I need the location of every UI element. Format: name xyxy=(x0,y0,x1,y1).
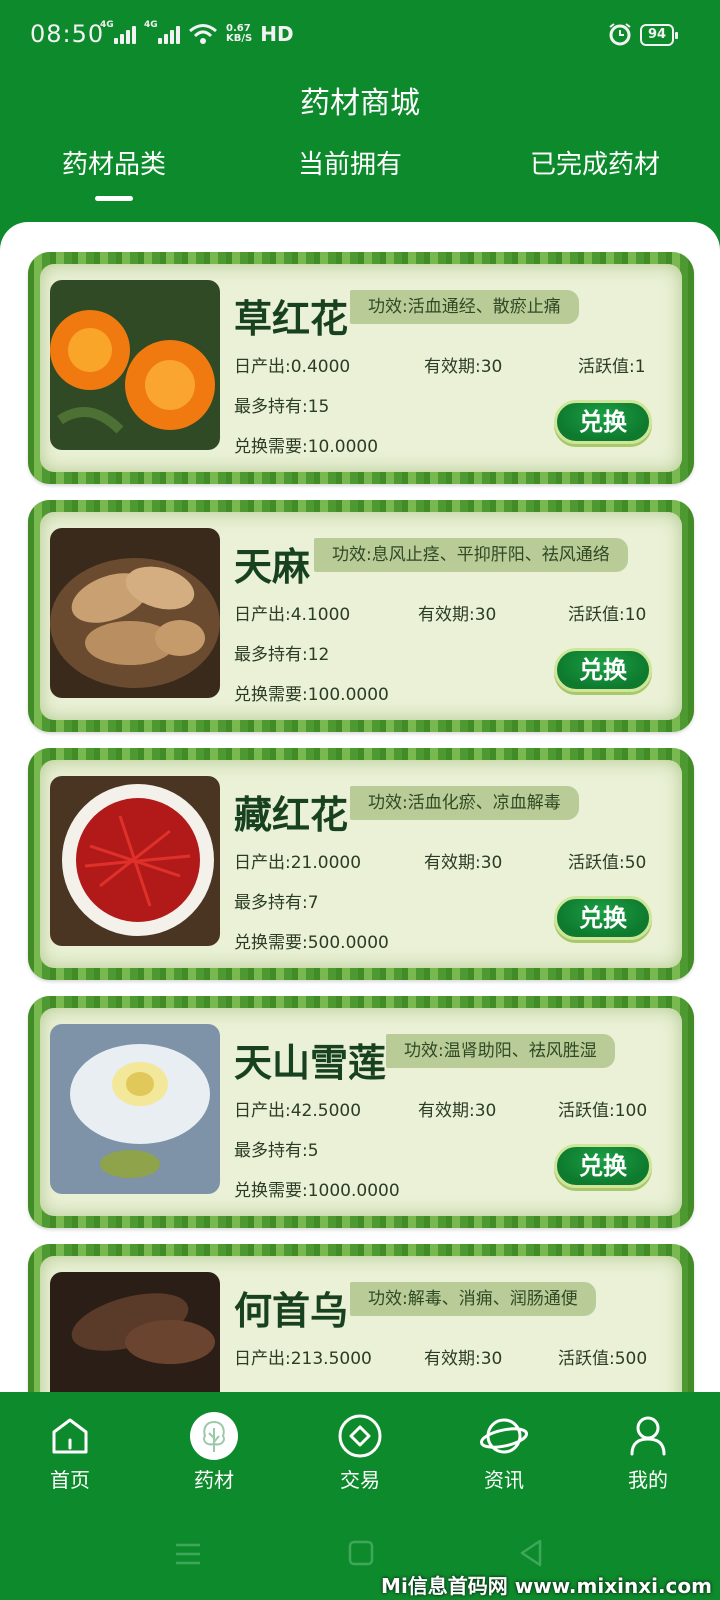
signal-icon: 4G xyxy=(144,20,180,44)
herb-effect-tag: 功效:息风止痉、平抑肝阳、祛风通络 xyxy=(314,538,628,572)
nav-trade[interactable]: 交易 xyxy=(310,1412,410,1493)
herb-image-snow-lotus xyxy=(50,1024,220,1194)
exchange-button[interactable]: 兑换 xyxy=(554,1144,652,1188)
user-icon xyxy=(630,1416,666,1456)
tab-owned[interactable]: 当前拥有 xyxy=(290,144,410,181)
menu-icon[interactable] xyxy=(174,1542,202,1566)
herb-name: 天麻 xyxy=(234,545,311,589)
signal-icon: 4G xyxy=(100,20,136,44)
status-time: 08:50 xyxy=(30,20,105,48)
tab-bar: 药材品类 当前拥有 已完成药材 xyxy=(0,144,720,204)
herb-activity: 活跃值:100 xyxy=(558,1101,648,1121)
herb-daily-output: 日产出:21.0000 xyxy=(234,853,362,873)
herb-name: 藏红花 xyxy=(234,793,349,837)
herb-card: 藏红花 功效:活血化瘀、凉血解毒 日产出:21.0000 有效期:30 活跃值:… xyxy=(28,748,694,980)
herb-activity: 活跃值:500 xyxy=(558,1349,648,1369)
herb-validity: 有效期:30 xyxy=(424,357,503,377)
herb-activity: 活跃值:1 xyxy=(578,357,646,377)
herb-name: 草红花 xyxy=(234,297,349,341)
herb-name: 何首乌 xyxy=(234,1289,349,1333)
herb-name: 天山雪莲 xyxy=(234,1041,387,1085)
net-speed-unit: KB/S xyxy=(226,33,253,44)
herb-card: 天麻 功效:息风止痉、平抑肝阳、祛风通络 日产出:4.1000 有效期:30 活… xyxy=(28,500,694,732)
herb-max-hold: 最多持有:12 xyxy=(234,645,330,665)
herb-validity: 有效期:30 xyxy=(418,1101,497,1121)
tab-completed[interactable]: 已完成药材 xyxy=(520,144,670,181)
herb-effect-tag: 功效:活血通经、散瘀止痛 xyxy=(350,290,579,324)
herb-daily-output: 日产出:4.1000 xyxy=(234,605,351,625)
nav-label: 首页 xyxy=(50,1468,90,1492)
planet-icon xyxy=(480,1418,528,1454)
back-icon[interactable] xyxy=(518,1538,544,1568)
herb-validity: 有效期:30 xyxy=(424,853,503,873)
herb-image-safflower xyxy=(50,280,220,450)
herb-exchange-need: 兑换需要:10.0000 xyxy=(234,437,379,457)
home-square-icon[interactable] xyxy=(348,1540,374,1566)
herb-card: 天山雪莲 功效:温肾助阳、祛风胜湿 日产出:42.5000 有效期:30 活跃值… xyxy=(28,996,694,1228)
home-icon xyxy=(52,1418,88,1454)
exchange-button[interactable]: 兑换 xyxy=(554,648,652,692)
nav-profile[interactable]: 我的 xyxy=(598,1412,698,1493)
status-icons: 4G 4G 0.67 KB/S HD xyxy=(100,20,294,46)
herb-max-hold: 最多持有:7 xyxy=(234,893,319,913)
tab-label: 当前拥有 xyxy=(297,150,402,180)
herb-list[interactable]: 草红花 功效:活血通经、散瘀止痛 日产出:0.4000 有效期:30 活跃值:1… xyxy=(0,222,720,1392)
signal-label: 4G xyxy=(100,20,114,30)
herb-effect-tag: 功效:解毒、消痈、润肠通便 xyxy=(350,1282,596,1316)
herb-daily-output: 日产出:213.5000 xyxy=(234,1349,372,1369)
watermark: Mi信息首码网 www.mixinxi.com xyxy=(381,1574,712,1598)
tab-label: 药材品类 xyxy=(61,150,166,180)
herb-activity: 活跃值:50 xyxy=(568,853,647,873)
herb-max-hold: 最多持有:5 xyxy=(234,1141,319,1161)
exchange-button[interactable]: 兑换 xyxy=(554,896,652,940)
alarm-icon xyxy=(609,23,631,46)
signal-label: 4G xyxy=(144,20,158,30)
herb-validity: 有效期:30 xyxy=(424,1349,503,1369)
trade-icon xyxy=(338,1414,382,1458)
herb-daily-output: 日产出:42.5000 xyxy=(234,1101,362,1121)
nav-label: 交易 xyxy=(340,1468,380,1492)
system-nav-bar: Mi信息首码网 www.mixinxi.com xyxy=(0,1504,720,1600)
page-title: 药材商城 xyxy=(300,86,420,121)
net-speed: 0.67 KB/S xyxy=(226,24,252,44)
herb-exchange-need: 兑换需要:1000.0000 xyxy=(234,1181,400,1201)
nav-label: 药材 xyxy=(194,1468,234,1492)
herb-max-hold: 最多持有:15 xyxy=(234,397,330,417)
active-tab-indicator xyxy=(95,196,133,201)
battery-icon: 94 xyxy=(640,24,678,46)
herb-card: 何首乌 功效:解毒、消痈、润肠通便 日产出:213.5000 有效期:30 活跃… xyxy=(28,1244,694,1392)
exchange-button[interactable]: 兑换 xyxy=(554,400,652,444)
herb-exchange-need: 兑换需要:500.0000 xyxy=(234,933,389,953)
nav-label: 资讯 xyxy=(484,1468,524,1492)
nav-home[interactable]: 首页 xyxy=(20,1412,120,1493)
herb-image-saffron xyxy=(50,776,220,946)
nav-label: 我的 xyxy=(628,1468,668,1492)
tab-label: 已完成药材 xyxy=(529,150,660,180)
tab-categories[interactable]: 药材品类 xyxy=(54,144,174,201)
herb-exchange-need: 兑换需要:100.0000 xyxy=(234,685,389,705)
status-bar: 08:50 4G 4G 0.67 KB/S HD 94 xyxy=(0,0,720,72)
herb-effect-tag: 功效:活血化瘀、凉血解毒 xyxy=(350,786,579,820)
app-header: 08:50 4G 4G 0.67 KB/S HD 94 药材商城 药材品类 当前… xyxy=(0,0,720,240)
herb-daily-output: 日产出:0.4000 xyxy=(234,357,351,377)
herb-effect-tag: 功效:温肾助阳、祛风胜湿 xyxy=(386,1034,615,1068)
herb-image-fleeceflower xyxy=(50,1272,220,1392)
wifi-icon xyxy=(189,24,217,44)
herb-image-gastrodia xyxy=(50,528,220,698)
hd-indicator: HD xyxy=(260,22,294,46)
nav-news[interactable]: 资讯 xyxy=(454,1412,554,1493)
herb-card: 草红花 功效:活血通经、散瘀止痛 日产出:0.4000 有效期:30 活跃值:1… xyxy=(28,252,694,484)
nav-herbs[interactable]: 药材 xyxy=(164,1412,264,1493)
herb-activity: 活跃值:10 xyxy=(568,605,647,625)
herb-validity: 有效期:30 xyxy=(418,605,497,625)
bottom-nav: 首页 药材 交易 资讯 我的 xyxy=(0,1392,720,1504)
tree-icon xyxy=(190,1412,238,1460)
